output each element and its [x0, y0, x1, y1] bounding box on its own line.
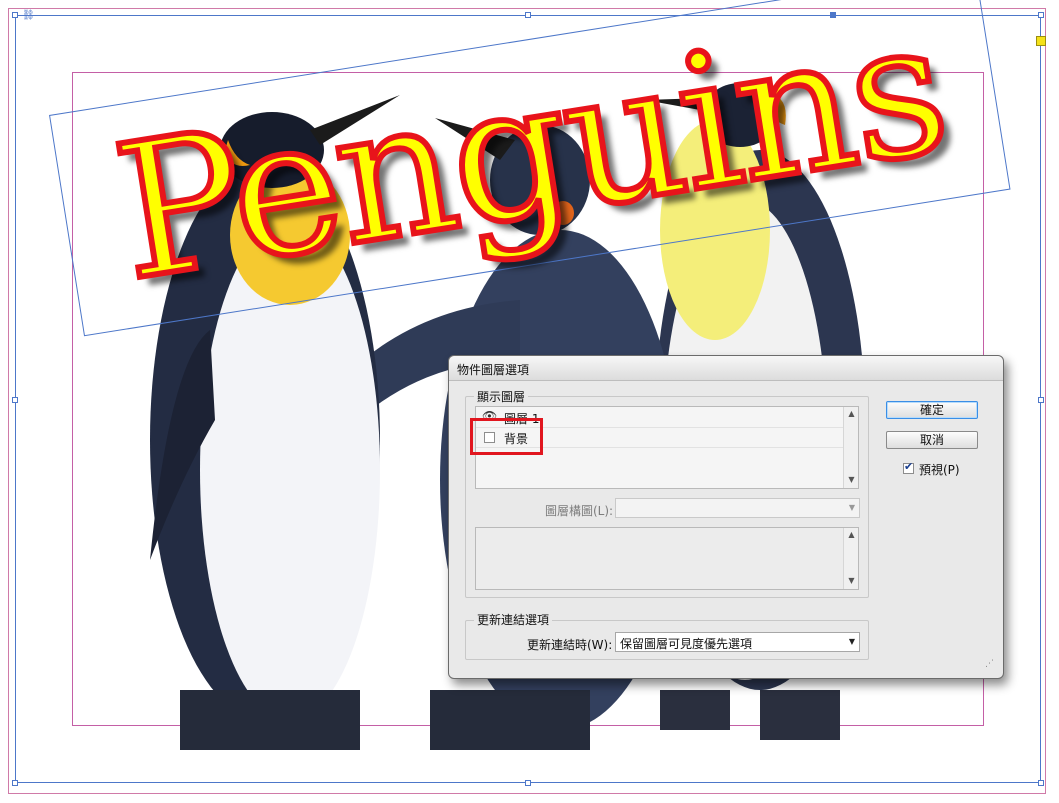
update-link-group-label: 更新連結選項	[474, 611, 553, 628]
preview-checkbox[interactable]: ✔	[903, 460, 914, 474]
layer-comp-label: 圖層構圖(L):	[545, 504, 614, 518]
scroll-down-icon[interactable]: ▼	[844, 475, 859, 484]
ok-button[interactable]: 確定	[886, 401, 978, 419]
preview-label: 預視(P)	[919, 463, 960, 477]
chevron-down-icon: ▼	[848, 637, 855, 646]
chevron-down-icon: ▼	[848, 503, 855, 512]
update-option-select[interactable]: 保留圖層可見度優先選項 ▼	[615, 632, 860, 652]
scroll-up-icon[interactable]: ▲	[844, 530, 859, 539]
highlight-box	[470, 418, 543, 455]
layers-scrollbar[interactable]: ▲ ▼	[843, 407, 858, 488]
dialog-title: 物件圖層選項	[457, 363, 530, 377]
layer-comp-select[interactable]: ▼	[615, 498, 860, 518]
update-label: 更新連結時(W):	[527, 638, 613, 652]
description-scrollbar[interactable]: ▲ ▼	[843, 528, 858, 589]
scroll-up-icon[interactable]: ▲	[844, 409, 859, 418]
scroll-down-icon[interactable]: ▼	[844, 576, 859, 585]
update-option-value: 保留圖層可見度優先選項	[620, 637, 753, 651]
layer-comp-description: ▲ ▼	[475, 527, 859, 590]
show-layers-group-label: 顯示圖層	[474, 388, 529, 405]
object-layer-options-dialog: 物件圖層選項 顯示圖層 👁 圖層 1 背景 ▲ ▼ 圖層構圖(L): ▼ ▲ ▼…	[448, 355, 1004, 679]
checkmark-icon: ✔	[904, 460, 914, 473]
resize-grip-icon[interactable]: ⋰	[985, 659, 994, 669]
cancel-button[interactable]: 取消	[886, 431, 978, 449]
dialog-titlebar[interactable]: 物件圖層選項	[449, 356, 1003, 381]
